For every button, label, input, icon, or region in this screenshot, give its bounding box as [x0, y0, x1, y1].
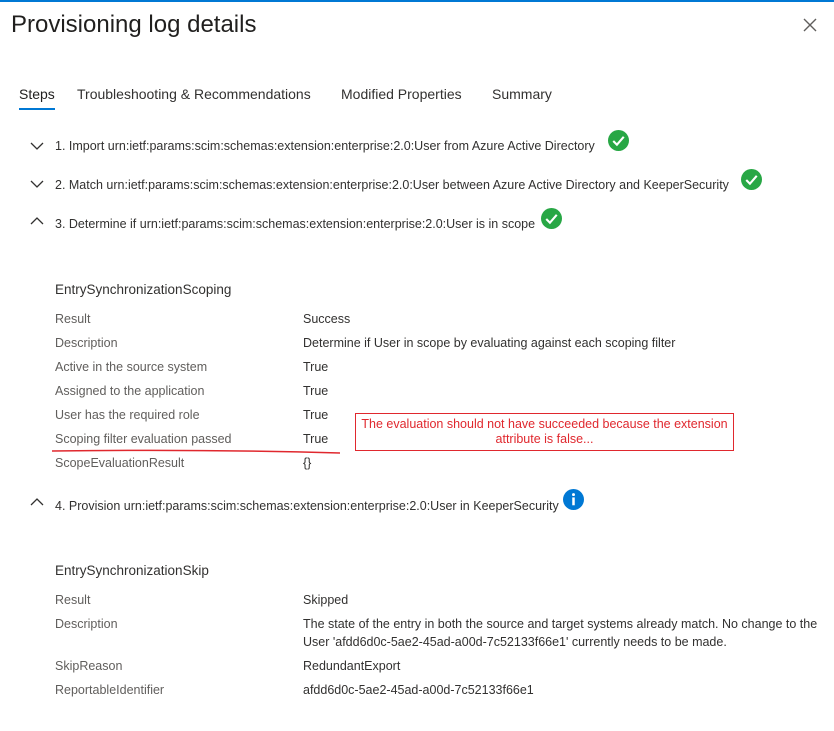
top-accent-bar	[0, 0, 834, 2]
step-label: 2. Match urn:ietf:params:scim:schemas:ex…	[55, 178, 729, 192]
tab-troubleshooting[interactable]: Troubleshooting & Recommendations	[77, 86, 311, 102]
annotation-callout: The evaluation should not have succeeded…	[355, 413, 734, 451]
scoping-value-result: Success	[303, 312, 351, 326]
skip-label-reason: SkipReason	[55, 659, 123, 673]
scoping-value-assigned: True	[303, 384, 329, 398]
skip-value-result: Skipped	[303, 593, 349, 607]
skip-label-result: Result	[55, 593, 91, 607]
success-check-icon	[541, 208, 562, 229]
page-title: Provisioning log details	[11, 11, 257, 38]
step-label: 4. Provision urn:ietf:params:scim:schema…	[55, 499, 559, 513]
close-button[interactable]	[800, 15, 820, 35]
scoping-section-title: EntrySynchronizationScoping	[55, 282, 232, 297]
close-icon	[803, 18, 817, 32]
skip-value-reason: RedundantExport	[303, 659, 401, 673]
chevron-down-icon[interactable]	[29, 138, 45, 154]
info-icon	[563, 489, 584, 510]
success-check-icon	[741, 169, 762, 190]
chevron-up-icon[interactable]	[29, 494, 45, 510]
skip-label-description: Description	[55, 617, 118, 631]
scoping-label-description: Description	[55, 336, 118, 350]
scoping-label-result: Result	[55, 312, 91, 326]
chevron-up-icon[interactable]	[29, 213, 45, 229]
scoping-label-role: User has the required role	[55, 408, 200, 422]
scoping-value-filter-passed: True	[303, 432, 329, 446]
skip-value-description: The state of the entry in both the sourc…	[303, 617, 818, 649]
scoping-label-active: Active in the source system	[55, 360, 208, 374]
annotation-underline	[52, 449, 340, 454]
scoping-value-role: True	[303, 408, 329, 422]
skip-value-reportable-id: afdd6d0c-5ae2-45ad-a00d-7c52133f66e1	[303, 683, 534, 697]
chevron-down-icon[interactable]	[29, 176, 45, 192]
step-label: 3. Determine if urn:ietf:params:scim:sch…	[55, 217, 536, 231]
scoping-value-description: Determine if User in scope by evaluating…	[303, 336, 676, 350]
scoping-label-assigned: Assigned to the application	[55, 384, 205, 398]
scoping-value-active: True	[303, 360, 329, 374]
skip-section-title: EntrySynchronizationSkip	[55, 563, 209, 578]
tab-modified-properties[interactable]: Modified Properties	[341, 86, 462, 102]
tab-steps[interactable]: Steps	[19, 86, 55, 110]
skip-label-reportable-id: ReportableIdentifier	[55, 683, 165, 697]
scoping-label-filter-passed: Scoping filter evaluation passed	[55, 432, 232, 446]
tab-summary[interactable]: Summary	[492, 86, 552, 102]
success-check-icon	[608, 130, 629, 151]
step-label: 1. Import urn:ietf:params:scim:schemas:e…	[55, 139, 595, 153]
